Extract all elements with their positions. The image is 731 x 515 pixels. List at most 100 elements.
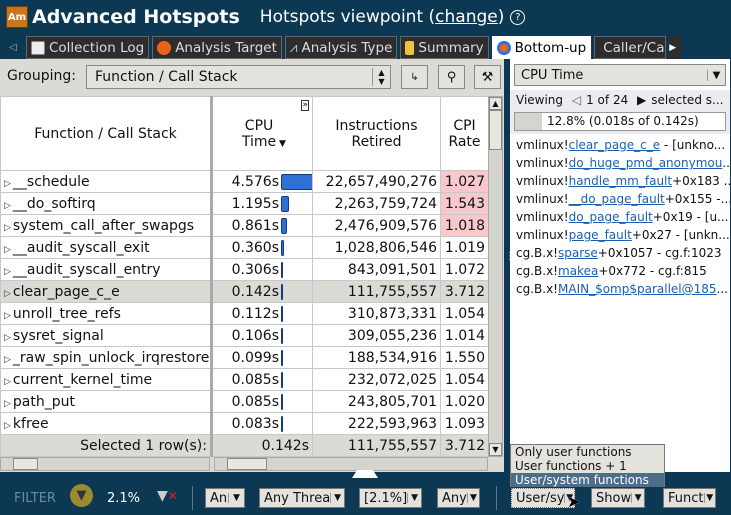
table-row[interactable]: ▷ system_call_after_swapgs 0.861s 2,476,9… <box>0 214 489 237</box>
stack-frame[interactable]: cg.B.x!sparse+0x1057 - cg.f:1023 <box>510 244 730 262</box>
expand-triangle-icon[interactable]: ▷ <box>4 333 11 343</box>
stack-frame[interactable]: vmlinux!page_fault+0x27 - [unkn... <box>510 226 730 244</box>
column-header-instructions-retired[interactable]: Instructions Retired <box>312 96 441 171</box>
clear-filter-icon[interactable]: ▼✕ <box>157 488 178 504</box>
instructions-cell: 188,534,916 <box>312 346 441 369</box>
function-link[interactable]: __do_page_fault <box>569 192 665 206</box>
filter-process-select[interactable]: An ▼ <box>205 488 245 508</box>
stack-frame[interactable]: vmlinux!do_page_fault+0x19 - [u... <box>510 208 730 226</box>
search-button[interactable]: ⚲ <box>438 65 465 89</box>
function-cell[interactable]: ▷ system_call_after_swapgs <box>0 214 213 237</box>
stack-frame[interactable]: cg.B.x!makea+0x772 - cg.f:815 <box>510 262 730 280</box>
function-cell[interactable]: ▷ path_put <box>0 390 213 413</box>
function-link[interactable]: handle_mm_fault <box>569 174 673 188</box>
table-row[interactable]: ▷ __audit_syscall_entry 0.306s 843,091,50… <box>0 258 489 281</box>
function-link[interactable]: MAIN_$omp$parallel@185 <box>558 282 717 296</box>
scroll-thumb[interactable] <box>227 458 267 470</box>
table-row[interactable]: ▷ kfree 0.083s 222,593,963 1.093 <box>0 412 489 435</box>
function-cell[interactable]: ▷ __audit_syscall_entry <box>0 258 213 281</box>
scroll-thumb[interactable] <box>489 110 502 150</box>
next-stack-icon[interactable]: ▶ <box>637 93 646 107</box>
change-viewpoint-link[interactable]: change <box>435 7 498 27</box>
table-row[interactable]: ▷ clear_page_c_e 0.142s 111,755,557 3.712 <box>0 280 489 303</box>
stack-frame[interactable]: cg.B.x!MAIN_$omp$parallel@185... <box>510 280 730 298</box>
tab-analysis-target[interactable]: Analysis Target <box>152 36 282 59</box>
scroll-up-icon[interactable]: ▲ <box>489 97 502 110</box>
column-header-cpu-time[interactable]: CPU Time ▼ » <box>211 96 313 171</box>
splitter-handle[interactable]: ⋮ <box>505 252 515 262</box>
function-cell[interactable]: ▷ current_kernel_time <box>0 368 213 391</box>
function-link[interactable]: page_fault <box>569 228 632 242</box>
expand-triangle-icon[interactable]: ▷ <box>4 267 11 277</box>
metrics-horizontal-scrollbar[interactable] <box>214 457 488 471</box>
table-row[interactable]: ▷ _raw_spin_unlock_irqrestore 0.099s 188,… <box>0 346 489 369</box>
expand-triangle-icon[interactable]: ▷ <box>4 377 11 387</box>
scroll-thumb[interactable] <box>13 458 38 470</box>
table-row[interactable]: ▷ __audit_syscall_exit 0.360s 1,028,806,5… <box>0 236 489 259</box>
filter-loop-mode-select[interactable]: Funct ▼ <box>663 488 716 508</box>
stack-frame[interactable]: vmlinux!__do_page_fault+0x155 -... <box>510 190 730 208</box>
filter-call-stack-mode-select[interactable]: User/sy ▼ <box>511 488 575 508</box>
tab-analysis-type[interactable]: ⩘ Analysis Type <box>284 36 398 59</box>
expand-triangle-icon[interactable]: ▷ <box>4 223 11 233</box>
option-user-functions-plus-1[interactable]: User functions + 1 <box>511 459 664 473</box>
option-user-system-functions[interactable]: User/system functions <box>511 473 664 487</box>
table-row[interactable]: ▷ sysret_signal 0.106s 309,055,236 1.014 <box>0 324 489 347</box>
function-link[interactable]: sparse <box>558 246 598 260</box>
grouping-select[interactable]: Function / Call Stack ▲ ▼ <box>86 65 391 89</box>
function-link[interactable]: makea <box>558 264 598 278</box>
title-bar: Am Advanced Hotspots Hotspots viewpoint … <box>0 0 731 34</box>
function-cell[interactable]: ▷ sysret_signal <box>0 324 213 347</box>
filter-inline-mode-select[interactable]: Show ▼ <box>591 488 645 508</box>
table-row[interactable]: ▷ __do_softirq 1.195s 2,263,759,724 1.543 <box>0 192 489 215</box>
table-row[interactable]: ▷ current_kernel_time 0.085s 232,072,025 … <box>0 368 489 391</box>
chevron-down-icon: ▼ <box>407 493 421 503</box>
expand-triangle-icon[interactable]: ▷ <box>4 355 11 365</box>
function-link[interactable]: do_page_fault <box>569 210 653 224</box>
function-horizontal-scrollbar[interactable] <box>0 457 210 471</box>
tab-scroll-left-icon[interactable]: ◁ <box>0 36 26 59</box>
function-link[interactable]: do_huge_pmd_anonymou <box>569 156 723 170</box>
filter-thread-select[interactable]: Any Threa ▼ <box>259 488 345 508</box>
column-header-cpi-rate[interactable]: CPI Rate <box>440 96 489 171</box>
tab-bottom-up[interactable]: Bottom-up <box>491 36 592 59</box>
expand-triangle-icon[interactable]: ▷ <box>4 179 11 189</box>
function-cell[interactable]: ▷ _raw_spin_unlock_irqrestore <box>0 346 213 369</box>
function-cell[interactable]: ▷ kfree <box>0 412 213 435</box>
table-row[interactable]: ▷ path_put 0.085s 243,805,701 1.020 <box>0 390 489 413</box>
stack-frame[interactable]: vmlinux!handle_mm_fault+0x183 ... <box>510 172 730 190</box>
function-cell[interactable]: ▷ __audit_syscall_exit <box>0 236 213 259</box>
tab-collection-log[interactable]: Collection Log <box>26 36 150 59</box>
expand-column-icon[interactable]: » <box>301 100 309 111</box>
help-icon[interactable]: ? <box>510 9 526 25</box>
expand-triangle-icon[interactable]: ▷ <box>4 421 11 431</box>
function-cell[interactable]: ▷ unroll_tree_refs <box>0 302 213 325</box>
stack-frame[interactable]: vmlinux!do_huge_pmd_anonymou... <box>510 154 730 172</box>
expand-triangle-icon[interactable]: ▷ <box>4 311 11 321</box>
prev-stack-icon[interactable]: ◁ <box>572 93 581 107</box>
expand-triangle-icon[interactable]: ▷ <box>4 201 11 211</box>
function-cell[interactable]: ▷ clear_page_c_e <box>0 280 213 303</box>
function-cell[interactable]: ▷ __do_softirq <box>0 192 213 215</box>
expand-triangle-icon[interactable]: ▷ <box>4 399 11 409</box>
expand-triangle-icon[interactable]: ▷ <box>4 245 11 255</box>
tab-summary[interactable]: Summary <box>400 36 489 59</box>
filter-utilization-select[interactable]: Any ▼ <box>437 488 480 508</box>
summary-instructions: 111,755,557 <box>312 434 441 457</box>
table-row[interactable]: ▷ unroll_tree_refs 0.112s 310,873,331 1.0… <box>0 302 489 325</box>
settings-button[interactable]: ⚒ <box>474 65 501 89</box>
column-header-function[interactable]: Function / Call Stack <box>0 96 213 171</box>
function-cell[interactable]: ▷ __schedule <box>0 170 213 193</box>
function-link[interactable]: clear_page_c_e <box>569 138 661 152</box>
expand-call-stack-button[interactable]: ↳ <box>401 65 428 89</box>
filter-module-select[interactable]: [2.1%] ▼ <box>359 488 422 508</box>
metric-select[interactable]: CPU Time ▼ <box>514 64 726 86</box>
vertical-scrollbar[interactable]: ▲ ▼ <box>488 96 503 457</box>
tab-caller-callee[interactable]: Caller/Ca <box>594 36 667 59</box>
table-row[interactable]: ▷ __schedule 4.576s 22,657,490,276 1.027 <box>0 170 489 193</box>
option-only-user-functions[interactable]: Only user functions <box>511 445 664 459</box>
scroll-down-icon[interactable]: ▼ <box>489 443 502 456</box>
tab-scroll-right-icon[interactable]: ▶ <box>669 36 682 59</box>
expand-triangle-icon[interactable]: ▷ <box>4 289 11 299</box>
stack-frame[interactable]: vmlinux!clear_page_c_e - [unkno... <box>510 136 730 154</box>
